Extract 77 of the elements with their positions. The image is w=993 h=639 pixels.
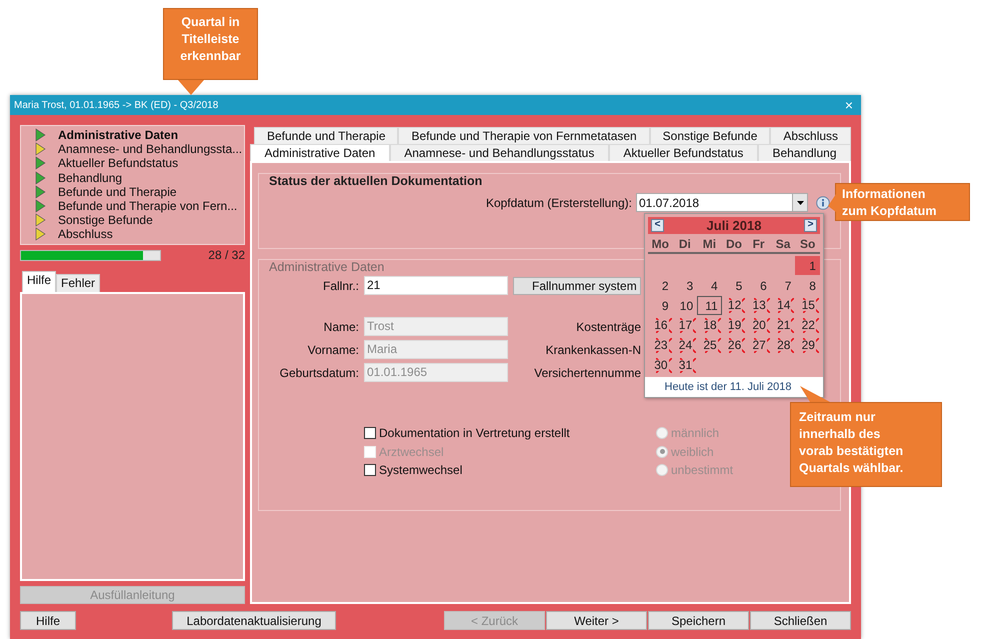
calendar-day[interactable]: 7 [770,276,796,295]
tab[interactable]: Befunde und Therapie [254,127,398,144]
calendar-day[interactable]: 6 [746,276,771,295]
tab[interactable]: Aktueller Befundstatus [608,144,758,161]
tab[interactable]: Hilfe [22,271,56,292]
weekday-label: So [799,237,816,251]
nav-item[interactable]: Behandlung [35,170,244,185]
date-dropdown[interactable]: 01.07.2018 [636,193,808,212]
next-month-button[interactable]: > [804,219,817,232]
info-icon[interactable] [816,196,830,210]
nav-item[interactable]: Sonstige Befunde [35,213,244,228]
nav-item[interactable]: Abschluss [35,227,244,242]
callout-pointer [178,80,204,95]
button[interactable]: Speichern [648,611,749,630]
calendar-day[interactable]: 1 [795,256,820,275]
callout-box: Informationen zum Kopfdatum [835,183,970,221]
button[interactable]: Schließen [750,611,851,630]
field-label: Kopfdatum (Ersterstellung): [486,196,632,210]
callout-box: Quartal in Titelleiste erkennbar [163,8,258,80]
weekday-label: Mo [650,237,670,251]
caret-icon [796,200,804,204]
nav-item[interactable]: Anamnese- und Behandlungssta... [35,142,244,156]
field-label: Fallnr.: [322,278,359,292]
field-label: Geburtsdatum: [278,366,359,380]
tab[interactable]: Abschluss [770,127,852,144]
calendar-day[interactable]: 8 [795,276,820,295]
weekday-label: Di [678,237,692,251]
case-number-field[interactable]: 21 [364,276,508,295]
checkbox-label: Systemwechsel [379,463,462,478]
callout-pointer [800,386,830,402]
tab[interactable]: Administrative Daten [250,144,390,161]
tab[interactable]: Anamnese- und Behandlungsstatus [390,144,609,161]
field-label: Name: [322,320,359,334]
callout-pointer [828,194,836,212]
checkbox-label: Arztwechsel [379,444,444,459]
weekday-label: Do [724,237,743,251]
nav-item[interactable]: Befunde und Therapie [35,184,244,199]
window-title: Maria Trost, 01.01.1965 -> BK (ED) - Q3/2018 [14,100,218,110]
month-title: Juli 2018 [706,218,762,233]
tab[interactable]: Fehler [56,274,100,292]
previous-month-button[interactable]: < [651,219,664,232]
progress-count: 28 / 32 [207,248,245,262]
calendar-day[interactable]: 10 [672,296,698,315]
callout-box: Zeitraum nur innerhalb des vorab bestätigten Quartals wählbar. [790,402,942,487]
field-label: Versichertennumme [533,366,641,380]
button[interactable]: Labordatenaktualisierung [172,611,336,630]
button[interactable]: Weiter > [546,611,647,630]
tab[interactable]: Behandlung [758,144,851,161]
weekday-label: Sa [774,237,792,251]
radio-label: weiblich [671,444,714,459]
button[interactable]: Hilfe [20,611,76,630]
calendar-day[interactable]: 9 [648,296,673,315]
nav-item[interactable]: Aktueller Befundstatus [35,156,244,171]
weekday-label: Fr [752,237,766,251]
calendar-day[interactable]: 2 [648,276,673,295]
checkbox[interactable] [364,427,376,440]
checkbox-label: Dokumentation in Vertretung erstellt [379,426,570,440]
calendar-day[interactable]: 11 [697,296,722,315]
calendar-day[interactable]: 4 [697,276,722,295]
field-label: Krankenkassen-N [544,342,641,356]
field-label: Vorname: [306,342,359,356]
tab[interactable]: Befunde und Therapie von Fernmetatasen [398,127,650,144]
field-label: Kostenträge [575,320,641,334]
calendar-day[interactable]: 3 [672,276,698,295]
radio-label: männlich [671,426,720,440]
case-number-button[interactable]: Fallnummer system [513,276,641,294]
section-title: Administrative Daten [267,260,386,274]
radio-label: unbestimmt [671,463,734,478]
nav-item[interactable]: Befunde und Therapie von Fern... [35,198,244,214]
weekday-label: Mi [702,237,718,251]
section-title: Status der aktuellen Dokumentation [267,174,484,188]
today-link[interactable]: Heute ist der 11. Juli 2018 [645,377,823,397]
nav-item[interactable]: Administrative Daten [35,128,244,142]
calendar-day[interactable]: 5 [722,276,746,295]
checkbox[interactable] [364,464,376,476]
calendar-day: 12 [722,296,746,315]
tab[interactable]: Sonstige Befunde [650,127,770,144]
